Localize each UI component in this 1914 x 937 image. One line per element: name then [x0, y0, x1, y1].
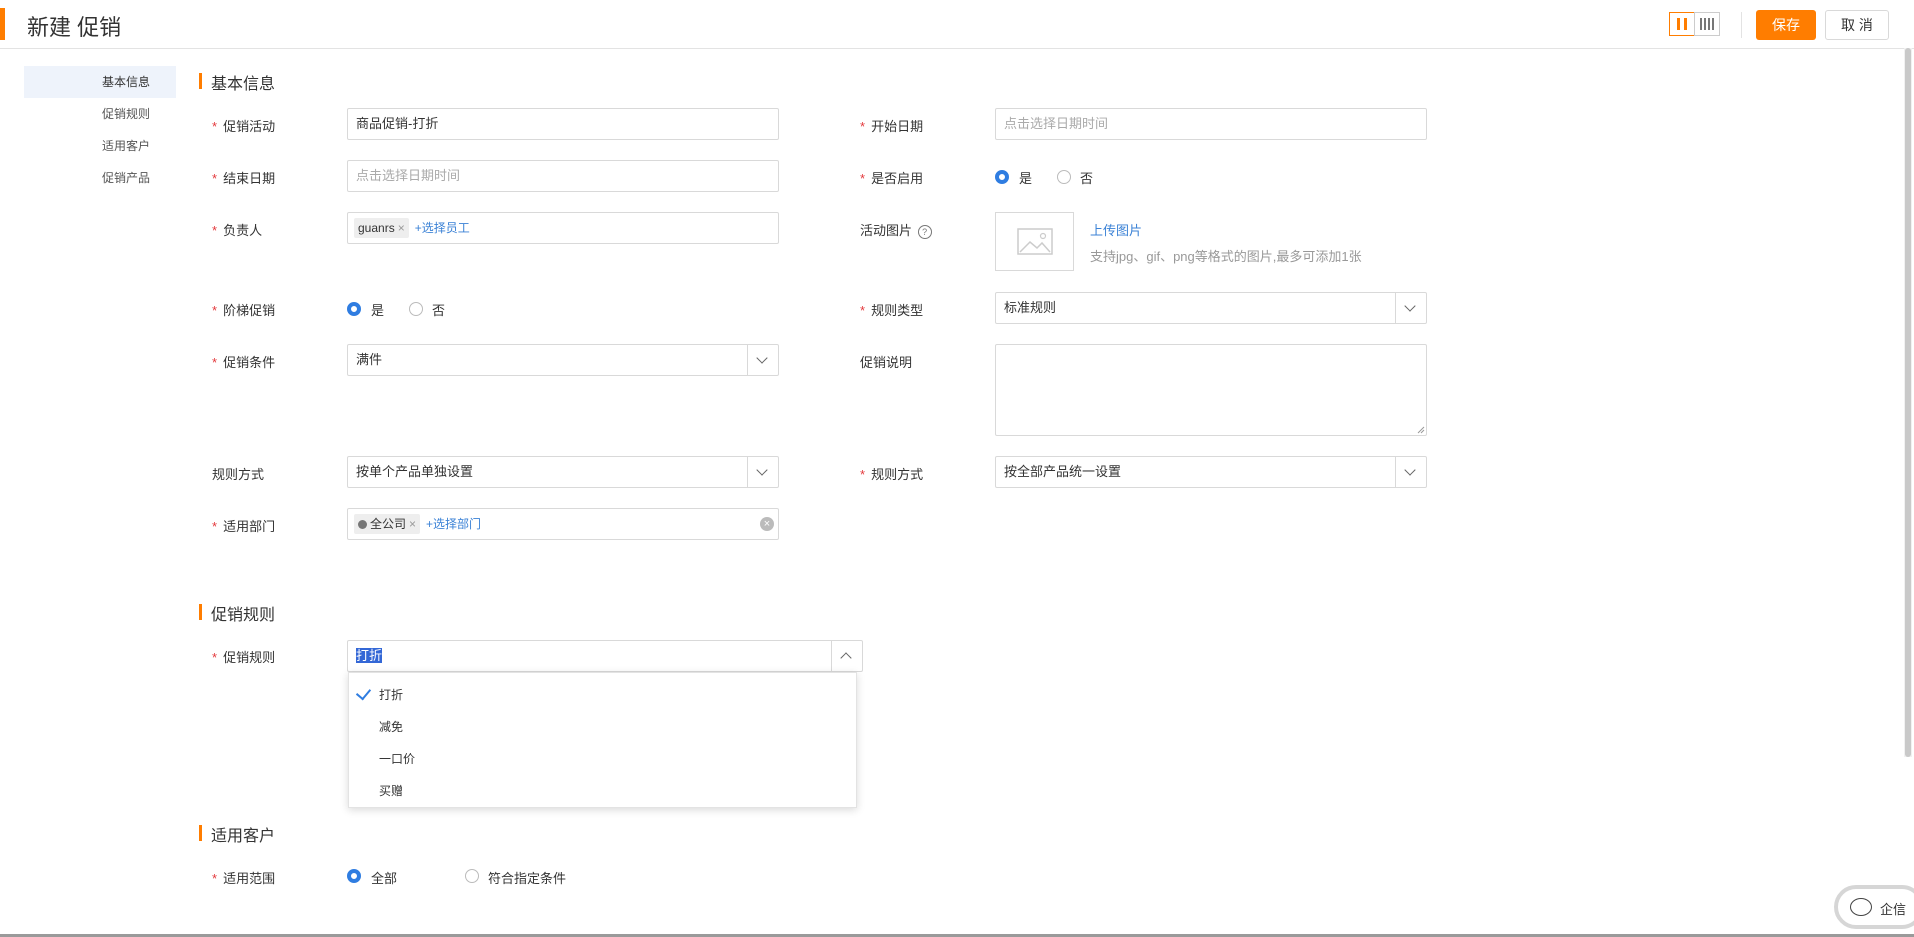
chevron-up-icon	[831, 641, 862, 671]
header-divider	[1741, 12, 1742, 38]
section-title-basic-info: 基本信息	[199, 70, 275, 94]
section-title-customers: 适用客户	[199, 822, 275, 846]
save-button[interactable]: 保存	[1756, 10, 1816, 40]
rule-type-select[interactable]: 标准规则	[995, 292, 1427, 324]
scope-all-label: 全部	[371, 871, 398, 886]
option-fixed-price[interactable]: 一口价	[379, 750, 415, 767]
scope-label: 适用范围	[212, 868, 275, 887]
activity-image-label: 活动图片 ?	[860, 220, 932, 239]
sidebar-item-basic-info[interactable]: 基本信息	[24, 66, 176, 98]
globe-icon	[358, 520, 367, 529]
chevron-down-icon	[1395, 457, 1426, 487]
condition-label: 促销条件	[212, 352, 275, 371]
promotion-rule-label: 促销规则	[212, 647, 275, 666]
end-date-label: 结束日期	[212, 168, 275, 187]
promotion-activity-input[interactable]: 商品促销-打折	[347, 108, 779, 140]
select-employee-link[interactable]: +选择员工	[415, 221, 470, 235]
start-date-label: 开始日期	[860, 116, 923, 135]
option-discount[interactable]: 打折	[379, 686, 403, 703]
resize-handle-icon[interactable]	[1417, 426, 1425, 434]
image-upload-box[interactable]	[995, 212, 1074, 271]
select-department-link[interactable]: +选择部门	[426, 517, 481, 531]
remove-tag-icon[interactable]: ×	[409, 517, 416, 531]
scrollbar-thumb[interactable]	[1905, 48, 1911, 757]
upload-hint: 支持jpg、gif、png等格式的图片,最多可添加1张	[1090, 249, 1362, 264]
enabled-no-label: 否	[1080, 171, 1094, 186]
promotion-rule-select[interactable]: 打折	[347, 640, 863, 672]
tiered-no-label: 否	[432, 303, 446, 318]
rule-method-left-label: 规则方式	[212, 467, 265, 482]
two-column-layout-icon[interactable]	[1669, 12, 1695, 36]
sidebar-item-promotion-rules[interactable]: 促销规则	[24, 98, 176, 130]
title-accent-bar	[0, 8, 5, 40]
rule-method-right-select[interactable]: 按全部产品统一设置	[995, 456, 1427, 488]
department-label: 适用部门	[212, 516, 275, 535]
owner-label: 负责人	[212, 220, 262, 239]
tiered-yes-label: 是	[371, 303, 385, 318]
enabled-yes-radio[interactable]	[995, 170, 1009, 184]
chevron-down-icon	[1395, 293, 1426, 323]
vertical-scrollbar[interactable]	[1904, 48, 1912, 757]
tiered-no-radio[interactable]	[409, 302, 423, 316]
tiered-yes-radio[interactable]	[347, 302, 361, 316]
rule-type-label: 规则类型	[860, 300, 923, 319]
sidebar-item-products[interactable]: 促销产品	[24, 162, 176, 194]
enabled-yes-label: 是	[1019, 171, 1033, 186]
start-date-input[interactable]: 点击选择日期时间	[995, 108, 1427, 140]
department-field[interactable]: 全公司 × +选择部门 ×	[347, 508, 779, 540]
chat-widget[interactable]: 企信	[1834, 885, 1914, 929]
scope-all-radio[interactable]	[347, 869, 361, 883]
remove-tag-icon[interactable]: ×	[398, 221, 405, 235]
sidebar-item-customers[interactable]: 适用客户	[24, 130, 176, 162]
chevron-down-icon	[747, 345, 778, 375]
owner-field[interactable]: guanrs × +选择员工	[347, 212, 779, 244]
owner-tag: guanrs ×	[354, 218, 409, 238]
description-label: 促销说明	[860, 355, 913, 370]
four-column-layout-icon[interactable]	[1694, 12, 1720, 36]
chevron-down-icon	[747, 457, 778, 487]
chat-label: 企信	[1880, 902, 1907, 917]
option-reduction[interactable]: 减免	[379, 718, 403, 735]
chat-bubble-icon	[1850, 898, 1872, 916]
end-date-input[interactable]: 点击选择日期时间	[347, 160, 779, 192]
option-buy-gift[interactable]: 买赠	[379, 782, 403, 799]
page-title: 新建 促销	[27, 15, 122, 40]
promotion-rule-dropdown: 打折 减免 一口价 买赠	[348, 672, 857, 808]
tiered-label: 阶梯促销	[212, 300, 275, 319]
help-icon[interactable]: ?	[917, 225, 932, 239]
scope-condition-radio[interactable]	[465, 869, 479, 883]
image-placeholder-icon	[1017, 228, 1053, 255]
check-icon	[355, 684, 372, 701]
department-tag: 全公司 ×	[354, 514, 421, 534]
description-textarea[interactable]	[995, 344, 1427, 436]
enabled-no-radio[interactable]	[1057, 170, 1071, 184]
clear-icon[interactable]: ×	[760, 517, 774, 531]
rule-method-left-select[interactable]: 按单个产品单独设置	[347, 456, 779, 488]
scope-condition-label: 符合指定条件	[488, 871, 567, 886]
cancel-button[interactable]: 取 消	[1825, 10, 1889, 40]
rule-method-right-label: 规则方式	[860, 464, 923, 483]
enabled-label: 是否启用	[860, 168, 923, 187]
condition-select[interactable]: 满件	[347, 344, 779, 376]
promotion-activity-label: 促销活动	[212, 116, 275, 135]
section-title-promotion-rules: 促销规则	[199, 601, 275, 625]
upload-image-link[interactable]: 上传图片	[1090, 220, 1142, 239]
page-header: 新建 促销 保存 取 消	[0, 0, 1914, 49]
